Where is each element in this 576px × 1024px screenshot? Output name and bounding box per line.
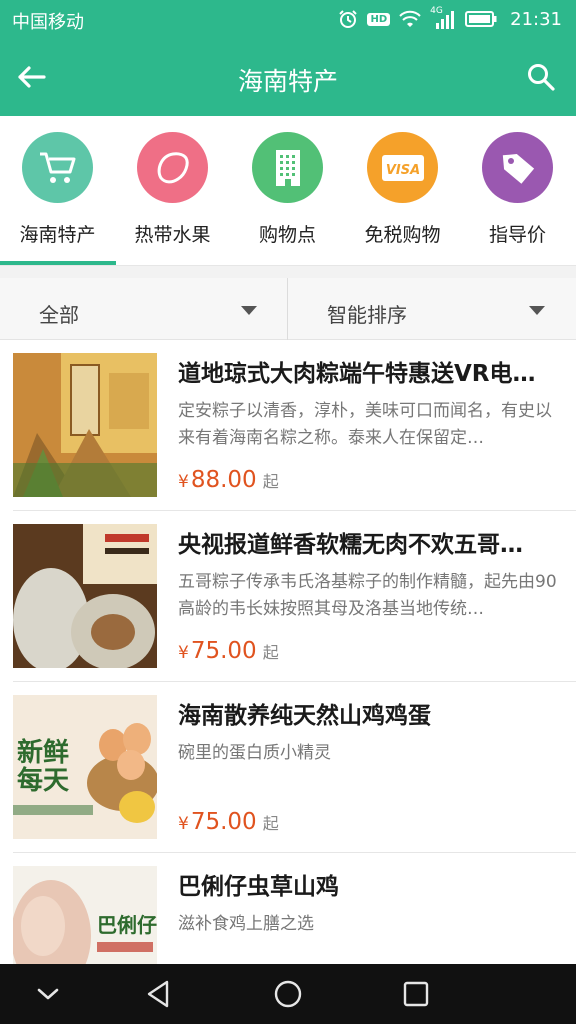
triangle-back-icon[interactable] <box>141 976 177 1012</box>
app-header: 海南特产 <box>0 38 576 116</box>
lemon-icon <box>137 132 208 203</box>
visa-card-icon: VISA <box>367 132 438 203</box>
price-suffix: 起 <box>262 814 279 833</box>
status-bar: 中国移动 HD 4G 21:31 <box>0 0 576 38</box>
price-value: 88.00 <box>190 467 257 493</box>
product-price: ¥75.00 起 <box>178 809 279 835</box>
selected-tab-indicator <box>0 261 116 265</box>
currency-symbol: ¥ <box>178 472 189 492</box>
list-item[interactable]: 道地琼式大肉粽端午特惠送VR电… 定安粽子以清香，淳朴，美味可口而闻名，有史以来… <box>0 340 576 511</box>
category-tabs: 海南特产 热带水果 购物点 VISA 免税购物 指导价 <box>0 116 576 266</box>
filter-bar: 全部 智能排序 <box>0 278 576 340</box>
caret-down-icon <box>529 306 545 315</box>
product-name: 巴俐仔虫草山鸡 <box>178 874 339 900</box>
hd-badge: HD <box>367 12 391 26</box>
chevron-down-icon[interactable] <box>30 976 66 1012</box>
cart-icon <box>22 132 93 203</box>
sort-dropdown[interactable]: 智能排序 <box>288 278 576 340</box>
list-item[interactable]: 巴俐仔 巴俐仔虫草山鸡 滋补食鸡上膳之选 <box>0 853 576 964</box>
system-nav-bar <box>0 964 576 1024</box>
product-price: ¥75.00 起 <box>178 638 279 664</box>
wifi-icon <box>399 10 421 27</box>
svg-text:VISA: VISA <box>385 163 419 178</box>
price-suffix: 起 <box>262 643 279 662</box>
product-thumbnail: 巴俐仔 <box>13 866 157 964</box>
price-tag-icon <box>482 132 553 203</box>
list-item[interactable]: 新鲜 每天 海南散养纯天然山鸡鸡蛋 碗里的蛋白质小精灵 ¥75.00 起 <box>0 682 576 853</box>
tab-hainan-specialty[interactable]: 海南特产 <box>0 116 115 266</box>
caret-down-icon <box>241 306 257 315</box>
tab-duty-free[interactable]: VISA 免税购物 <box>345 116 460 266</box>
product-description: 碗里的蛋白质小精灵 <box>178 743 331 763</box>
building-icon <box>252 132 323 203</box>
square-recent-icon[interactable] <box>398 976 434 1012</box>
section-divider <box>0 266 576 278</box>
svg-text:新鲜: 新鲜 <box>17 737 69 768</box>
tab-tropical-fruit[interactable]: 热带水果 <box>115 116 230 266</box>
product-thumbnail <box>13 353 157 497</box>
category-filter-label: 全部 <box>39 303 79 327</box>
battery-icon <box>465 11 497 27</box>
product-name: 央视报道鲜香软糯无肉不欢五哥… <box>178 532 523 558</box>
search-icon[interactable] <box>526 62 556 92</box>
product-thumbnail <box>13 524 157 668</box>
sort-label: 智能排序 <box>327 303 407 327</box>
currency-symbol: ¥ <box>178 814 189 834</box>
carrier-name: 中国移动 <box>12 12 84 33</box>
product-thumbnail: 新鲜 每天 <box>13 695 157 839</box>
product-description: 定安粽子以清香，淳朴，美味可口而闻名，有史以来有着海南名粽之称。泰来人在保留定… <box>178 401 552 448</box>
tab-shopping-spots[interactable]: 购物点 <box>230 116 345 266</box>
currency-symbol: ¥ <box>178 643 189 663</box>
price-suffix: 起 <box>262 472 279 491</box>
tab-label: 购物点 <box>258 224 316 246</box>
product-name: 道地琼式大肉粽端午特惠送VR电… <box>178 361 536 387</box>
signal-icon: 4G <box>430 6 456 29</box>
tab-label: 免税购物 <box>364 224 441 246</box>
product-price: ¥88.00 起 <box>178 467 279 493</box>
svg-text:巴俐仔: 巴俐仔 <box>97 913 157 937</box>
tab-guide-price[interactable]: 指导价 <box>460 116 575 266</box>
tab-label: 热带水果 <box>134 224 211 246</box>
alarm-icon <box>339 10 358 28</box>
svg-text:每天: 每天 <box>17 765 69 796</box>
price-value: 75.00 <box>190 809 257 835</box>
product-description: 滋补食鸡上膳之选 <box>178 914 314 934</box>
tab-label: 指导价 <box>488 224 546 246</box>
price-value: 75.00 <box>190 638 257 664</box>
product-list: 道地琼式大肉粽端午特惠送VR电… 定安粽子以清香，淳朴，美味可口而闻名，有史以来… <box>0 340 576 964</box>
status-icons: HD 4G 21:31 <box>338 6 562 31</box>
list-item[interactable]: 央视报道鲜香软糯无肉不欢五哥… 五哥粽子传承韦氏洛基粽子的制作精髓，起先由90高… <box>0 511 576 682</box>
product-name: 海南散养纯天然山鸡鸡蛋 <box>178 703 431 729</box>
product-description: 五哥粽子传承韦氏洛基粽子的制作精髓，起先由90高龄的韦长妹按照其母及洛基当地传统… <box>178 572 557 619</box>
page-title: 海南特产 <box>237 67 338 96</box>
circle-home-icon[interactable] <box>270 976 306 1012</box>
tab-label: 海南特产 <box>19 224 96 246</box>
category-filter-dropdown[interactable]: 全部 <box>0 278 287 340</box>
clock-time: 21:31 <box>510 8 562 30</box>
